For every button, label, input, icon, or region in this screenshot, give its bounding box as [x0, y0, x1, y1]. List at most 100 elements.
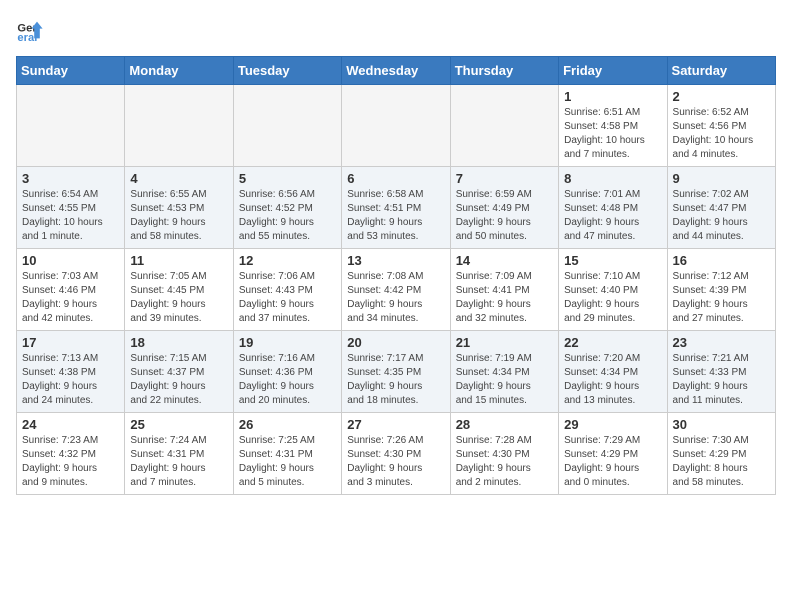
calendar-cell — [17, 85, 125, 167]
day-number: 1 — [564, 89, 661, 104]
day-info: Sunrise: 7:01 AM Sunset: 4:48 PM Dayligh… — [564, 188, 661, 244]
day-info: Sunrise: 7:19 AM Sunset: 4:34 PM Dayligh… — [456, 352, 553, 408]
day-info: Sunrise: 7:13 AM Sunset: 4:38 PM Dayligh… — [22, 352, 119, 408]
calendar-cell: 28Sunrise: 7:28 AM Sunset: 4:30 PM Dayli… — [450, 413, 558, 495]
calendar-cell: 8 Sunrise: 7:01 AM Sunset: 4:48 PM Daylig… — [559, 167, 667, 249]
logo: Gen eral — [16, 16, 48, 44]
calendar-cell: 19 Sunrise: 7:16 AM Sunset: 4:36 PM Dayli… — [233, 331, 341, 413]
calendar-cell: 23 Sunrise: 7:21 AM Sunset: 4:33 PM Dayli… — [667, 331, 775, 413]
day-info: Sunrise: 7:12 AM Sunset: 4:39 PM Dayligh… — [673, 270, 770, 326]
day-info: Sunrise: 7:02 AM Sunset: 4:47 PM Dayligh… — [673, 188, 770, 244]
calendar-cell: 13Sunrise: 7:08 AM Sunset: 4:42 PM Dayli… — [342, 249, 450, 331]
day-number: 5 — [239, 171, 336, 186]
day-info: Sunrise: 7:29 AM Sunset: 4:29 PM Dayligh… — [564, 434, 661, 490]
day-info: Sunrise: 7:15 AM Sunset: 4:37 PM Dayligh… — [130, 352, 227, 408]
calendar-header-row: SundayMondayTuesdayWednesdayThursdayFrid… — [17, 57, 776, 85]
day-number: 24 — [22, 417, 119, 432]
calendar-week-3: 10 Sunrise: 7:03 AM Sunset: 4:46 PM Dayli… — [17, 249, 776, 331]
calendar-cell: 7 Sunrise: 6:59 AM Sunset: 4:49 PM Daylig… — [450, 167, 558, 249]
day-number: 23 — [673, 335, 770, 350]
calendar-cell: 10 Sunrise: 7:03 AM Sunset: 4:46 PM Dayli… — [17, 249, 125, 331]
day-info: Sunrise: 7:08 AM Sunset: 4:42 PM Dayligh… — [347, 270, 444, 326]
day-info: Sunrise: 6:51 AM Sunset: 4:58 PM Dayligh… — [564, 106, 661, 162]
calendar-cell: 11 Sunrise: 7:05 AM Sunset: 4:45 PM Dayli… — [125, 249, 233, 331]
page-header: Gen eral — [16, 16, 776, 44]
calendar-cell: 17 Sunrise: 7:13 AM Sunset: 4:38 PM Dayli… — [17, 331, 125, 413]
calendar-cell: 30 Sunrise: 7:30 AM Sunset: 4:29 PM Dayli… — [667, 413, 775, 495]
day-info: Sunrise: 7:24 AM Sunset: 4:31 PM Dayligh… — [130, 434, 227, 490]
day-number: 9 — [673, 171, 770, 186]
day-info: Sunrise: 7:17 AM Sunset: 4:35 PM Dayligh… — [347, 352, 444, 408]
day-info: Sunrise: 6:55 AM Sunset: 4:53 PM Dayligh… — [130, 188, 227, 244]
day-number: 17 — [22, 335, 119, 350]
calendar-cell — [342, 85, 450, 167]
calendar-cell: 21Sunrise: 7:19 AM Sunset: 4:34 PM Dayli… — [450, 331, 558, 413]
calendar-cell — [450, 85, 558, 167]
calendar-cell: 25Sunrise: 7:24 AM Sunset: 4:31 PM Dayli… — [125, 413, 233, 495]
calendar-cell: 1 Sunrise: 6:51 AM Sunset: 4:58 PM Daylig… — [559, 85, 667, 167]
calendar-cell: 24Sunrise: 7:23 AM Sunset: 4:32 PM Dayli… — [17, 413, 125, 495]
col-header-saturday: Saturday — [667, 57, 775, 85]
day-number: 8 — [564, 171, 661, 186]
day-info: Sunrise: 7:16 AM Sunset: 4:36 PM Dayligh… — [239, 352, 336, 408]
day-info: Sunrise: 6:59 AM Sunset: 4:49 PM Dayligh… — [456, 188, 553, 244]
calendar-cell: 16 Sunrise: 7:12 AM Sunset: 4:39 PM Dayli… — [667, 249, 775, 331]
day-number: 30 — [673, 417, 770, 432]
col-header-friday: Friday — [559, 57, 667, 85]
calendar-cell: 27 Sunrise: 7:26 AM Sunset: 4:30 PM Dayli… — [342, 413, 450, 495]
day-info: Sunrise: 6:58 AM Sunset: 4:51 PM Dayligh… — [347, 188, 444, 244]
calendar-week-4: 17 Sunrise: 7:13 AM Sunset: 4:38 PM Dayli… — [17, 331, 776, 413]
day-number: 14 — [456, 253, 553, 268]
calendar-cell: 4 Sunrise: 6:55 AM Sunset: 4:53 PM Daylig… — [125, 167, 233, 249]
day-number: 28 — [456, 417, 553, 432]
calendar-cell: 22Sunrise: 7:20 AM Sunset: 4:34 PM Dayli… — [559, 331, 667, 413]
day-info: Sunrise: 7:30 AM Sunset: 4:29 PM Dayligh… — [673, 434, 770, 490]
calendar-cell: 6 Sunrise: 6:58 AM Sunset: 4:51 PM Daylig… — [342, 167, 450, 249]
calendar-cell — [125, 85, 233, 167]
day-number: 6 — [347, 171, 444, 186]
day-info: Sunrise: 6:56 AM Sunset: 4:52 PM Dayligh… — [239, 188, 336, 244]
day-number: 15 — [564, 253, 661, 268]
day-number: 4 — [130, 171, 227, 186]
col-header-thursday: Thursday — [450, 57, 558, 85]
day-number: 19 — [239, 335, 336, 350]
calendar-week-5: 24Sunrise: 7:23 AM Sunset: 4:32 PM Dayli… — [17, 413, 776, 495]
col-header-sunday: Sunday — [17, 57, 125, 85]
day-number: 16 — [673, 253, 770, 268]
day-info: Sunrise: 6:52 AM Sunset: 4:56 PM Dayligh… — [673, 106, 770, 162]
calendar-cell: 2Sunrise: 6:52 AM Sunset: 4:56 PM Daylig… — [667, 85, 775, 167]
calendar-cell: 5 Sunrise: 6:56 AM Sunset: 4:52 PM Daylig… — [233, 167, 341, 249]
day-number: 3 — [22, 171, 119, 186]
calendar-cell — [233, 85, 341, 167]
day-number: 26 — [239, 417, 336, 432]
day-info: Sunrise: 7:26 AM Sunset: 4:30 PM Dayligh… — [347, 434, 444, 490]
calendar-cell: 12Sunrise: 7:06 AM Sunset: 4:43 PM Dayli… — [233, 249, 341, 331]
calendar-cell: 18 Sunrise: 7:15 AM Sunset: 4:37 PM Dayli… — [125, 331, 233, 413]
calendar-cell: 20 Sunrise: 7:17 AM Sunset: 4:35 PM Dayli… — [342, 331, 450, 413]
calendar-table: SundayMondayTuesdayWednesdayThursdayFrid… — [16, 56, 776, 495]
calendar-week-2: 3Sunrise: 6:54 AM Sunset: 4:55 PM Daylig… — [17, 167, 776, 249]
day-info: Sunrise: 7:25 AM Sunset: 4:31 PM Dayligh… — [239, 434, 336, 490]
day-number: 20 — [347, 335, 444, 350]
calendar-cell: 3Sunrise: 6:54 AM Sunset: 4:55 PM Daylig… — [17, 167, 125, 249]
calendar-cell: 29 Sunrise: 7:29 AM Sunset: 4:29 PM Dayli… — [559, 413, 667, 495]
day-number: 10 — [22, 253, 119, 268]
day-number: 18 — [130, 335, 227, 350]
day-info: Sunrise: 7:05 AM Sunset: 4:45 PM Dayligh… — [130, 270, 227, 326]
day-info: Sunrise: 7:10 AM Sunset: 4:40 PM Dayligh… — [564, 270, 661, 326]
day-info: Sunrise: 7:09 AM Sunset: 4:41 PM Dayligh… — [456, 270, 553, 326]
day-info: Sunrise: 7:03 AM Sunset: 4:46 PM Dayligh… — [22, 270, 119, 326]
calendar-cell: 9 Sunrise: 7:02 AM Sunset: 4:47 PM Daylig… — [667, 167, 775, 249]
calendar-cell: 14 Sunrise: 7:09 AM Sunset: 4:41 PM Dayli… — [450, 249, 558, 331]
day-number: 27 — [347, 417, 444, 432]
day-number: 29 — [564, 417, 661, 432]
calendar-cell: 26 Sunrise: 7:25 AM Sunset: 4:31 PM Dayli… — [233, 413, 341, 495]
day-info: Sunrise: 7:21 AM Sunset: 4:33 PM Dayligh… — [673, 352, 770, 408]
calendar-cell: 15 Sunrise: 7:10 AM Sunset: 4:40 PM Dayli… — [559, 249, 667, 331]
day-info: Sunrise: 7:06 AM Sunset: 4:43 PM Dayligh… — [239, 270, 336, 326]
col-header-monday: Monday — [125, 57, 233, 85]
day-number: 22 — [564, 335, 661, 350]
day-number: 7 — [456, 171, 553, 186]
day-number: 11 — [130, 253, 227, 268]
calendar-week-1: 1 Sunrise: 6:51 AM Sunset: 4:58 PM Daylig… — [17, 85, 776, 167]
